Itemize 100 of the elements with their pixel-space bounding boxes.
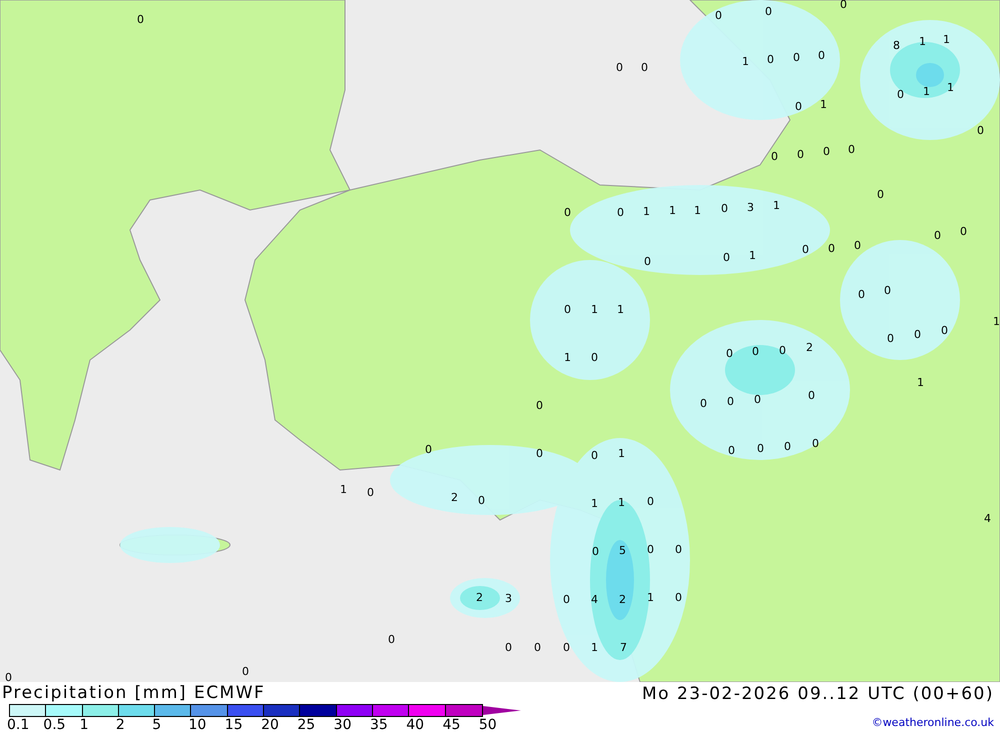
- precipitation-value: 1: [643, 206, 650, 217]
- precipitation-value: 0: [854, 240, 861, 251]
- legend-tick-label: 30: [334, 717, 352, 733]
- precipitation-value: 1: [564, 352, 571, 363]
- precipitation-value: 0: [941, 325, 948, 336]
- precipitation-value: 0: [784, 441, 791, 452]
- precipitation-value: 1: [618, 448, 625, 459]
- precipitation-value: 7: [620, 642, 627, 653]
- precipitation-value: 0: [757, 443, 764, 454]
- precipitation-value: 0: [823, 146, 830, 157]
- precipitation-value: 0: [887, 333, 894, 344]
- precipitation-value: 0: [591, 450, 598, 461]
- precipitation-value: 0: [388, 634, 395, 645]
- precipitation-value: 1: [694, 205, 701, 216]
- precipitation-value: 1: [742, 56, 749, 67]
- precipitation-value: 0: [779, 345, 786, 356]
- precipitation-value: 0: [425, 444, 432, 455]
- precipitation-value: 0: [840, 0, 847, 10]
- legend-tick-label: 0.1: [7, 717, 30, 733]
- precipitation-value: 1: [923, 86, 930, 97]
- precipitation-value: 1: [947, 82, 954, 93]
- precipitation-value: 0: [700, 398, 707, 409]
- precipitation-value: 1: [917, 377, 924, 388]
- precipitation-value: 0: [914, 329, 921, 340]
- legend-tick-label: 15: [224, 717, 244, 733]
- precipitation-value: 0: [563, 642, 570, 653]
- precipitation-value: 0: [728, 445, 735, 456]
- precipitation-value: 0: [536, 400, 543, 411]
- precipitation-value: 0: [478, 495, 485, 506]
- precipitation-value: 0: [723, 252, 730, 263]
- precipitation-value: 2: [806, 342, 813, 353]
- precipitation-value: 0: [137, 14, 144, 25]
- precipitation-value: 0: [644, 256, 651, 267]
- precipitation-value: 0: [795, 101, 802, 112]
- precipitation-value: 0: [505, 642, 512, 653]
- precipitation-value: 0: [884, 285, 891, 296]
- precipitation-value: 8: [893, 40, 900, 51]
- precipitation-value: 0: [765, 6, 772, 17]
- precipitation-value: 0: [828, 243, 835, 254]
- precipitation-value: 0: [858, 289, 865, 300]
- chart-title: Precipitation [mm] ECMWF: [2, 682, 266, 704]
- precipitation-value: 0: [534, 642, 541, 653]
- precipitation-value: 0: [675, 592, 682, 603]
- legend-tick-label: 2: [116, 717, 126, 733]
- precipitation-value: 0: [5, 672, 12, 683]
- precipitation-value: 0: [767, 54, 774, 65]
- precipitation-value: 0: [848, 144, 855, 155]
- precipitation-value: 0: [564, 207, 571, 218]
- precipitation-value: 0: [617, 207, 624, 218]
- precipitation-value: 0: [960, 226, 967, 237]
- legend-tick-label: 40: [406, 717, 426, 733]
- legend-tick-label: 20: [261, 717, 280, 733]
- precipitation-value: 1: [340, 484, 347, 495]
- legend-tick-label: 1: [80, 717, 90, 733]
- precipitation-value: 1: [591, 304, 598, 315]
- legend-tick-label: 25: [297, 717, 316, 733]
- precipitation-value: 2: [451, 492, 458, 503]
- precipitation-value: 3: [747, 202, 754, 213]
- precipitation-value: 1: [919, 36, 926, 47]
- credit-text: ©weatheronline.co.uk: [872, 716, 994, 729]
- precipitation-value: 1: [749, 250, 756, 261]
- precipitation-value: 0: [536, 448, 543, 459]
- precipitation-value: 4: [984, 513, 991, 524]
- precipitation-value: 0: [752, 346, 759, 357]
- precipitation-value: 0: [647, 544, 654, 555]
- precipitation-value: 0: [726, 348, 733, 359]
- precipitation-value: 0: [771, 151, 778, 162]
- precipitation-value: 1: [669, 205, 676, 216]
- precipitation-value: 0: [934, 230, 941, 241]
- precipitation-value: 0: [715, 10, 722, 21]
- valid-time: Mo 23-02-2026 09..12 UTC (00+60): [642, 683, 994, 706]
- precipitation-value: 1: [617, 304, 624, 315]
- precipitation-value: 0: [616, 62, 623, 73]
- precipitation-value: 1: [591, 498, 598, 509]
- legend-tick-label: 50: [478, 717, 498, 733]
- legend-tick-label: 10: [188, 717, 208, 733]
- precipitation-value: 3: [505, 593, 512, 604]
- precipitation-value: 4: [591, 594, 598, 605]
- precipitation-value: 5: [619, 545, 626, 556]
- legend-tick-label: 0.5: [43, 717, 67, 733]
- precipitation-value: 0: [592, 546, 599, 557]
- legend-tick-label: 45: [442, 717, 462, 733]
- precipitation-value: 1: [943, 34, 950, 45]
- precipitation-value: 1: [618, 497, 625, 508]
- precipitation-value: 0: [647, 496, 654, 507]
- precipitation-value: 1: [993, 316, 1000, 327]
- precipitation-value: 0: [754, 394, 761, 405]
- precipitation-value: 0: [812, 438, 819, 449]
- precipitation-value: 1: [591, 642, 598, 653]
- precipitation-value: 0: [563, 594, 570, 605]
- precipitation-value: 0: [675, 544, 682, 555]
- precipitation-value: 0: [564, 304, 571, 315]
- precipitation-value: 0: [242, 666, 249, 677]
- precipitation-value: 0: [797, 149, 804, 160]
- precipitation-value: 0: [977, 125, 984, 136]
- precipitation-value: 0: [367, 487, 374, 498]
- precipitation-value: 0: [877, 189, 884, 200]
- precipitation-value: 0: [897, 89, 904, 100]
- precipitation-value: 0: [727, 396, 734, 407]
- precipitation-value: 1: [647, 592, 654, 603]
